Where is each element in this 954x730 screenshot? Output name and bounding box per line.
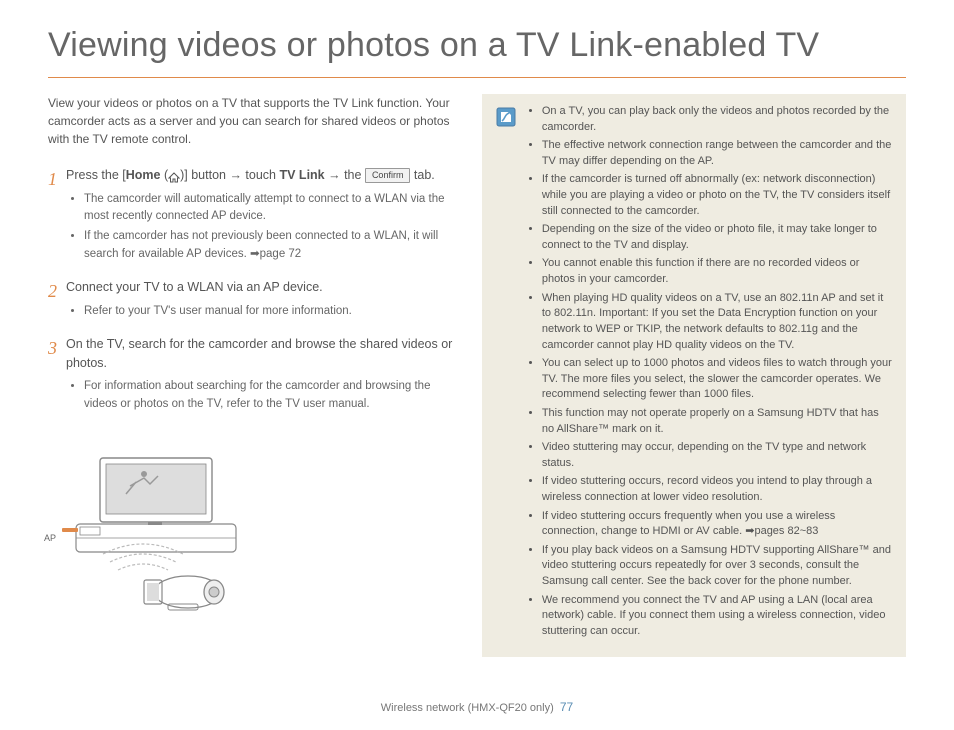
info-item: You can select up to 1000 photos and vid…: [542, 356, 892, 403]
info-item: If the camcorder is turned off abnormall…: [542, 172, 892, 219]
step-bullets: For information about searching for the …: [66, 378, 460, 413]
info-item: If video stuttering occurs, record video…: [542, 474, 892, 505]
text-part: tab.: [410, 168, 434, 182]
step-2: 2 Connect your TV to a WLAN via an AP de…: [48, 278, 460, 323]
step-number: 3: [48, 335, 66, 416]
text-part: (: [160, 168, 168, 182]
step-3: 3 On the TV, search for the camcorder an…: [48, 335, 460, 416]
ap-label: AP: [44, 532, 56, 546]
bullet: If the camcorder has not previously been…: [84, 228, 460, 263]
page-number: 77: [560, 700, 573, 714]
step-text: Press the [Home ( )] button → touch TV Li…: [66, 166, 460, 185]
bullet: Refer to your TV's user manual for more …: [84, 303, 460, 320]
step-number: 1: [48, 166, 66, 266]
tv-camcorder-illustration: AP: [48, 434, 258, 614]
home-icon: [168, 170, 180, 181]
step-bullets: Refer to your TV's user manual for more …: [66, 303, 460, 320]
step-bullets: The camcorder will automatically attempt…: [66, 191, 460, 263]
page-footer: Wireless network (HMX-QF20 only) 77: [0, 698, 954, 717]
info-item: You cannot enable this function if there…: [542, 256, 892, 287]
tvlink-label: TV Link: [279, 168, 324, 182]
info-item: On a TV, you can play back only the vide…: [542, 104, 892, 135]
info-item: The effective network connection range b…: [542, 138, 892, 169]
step-text: Connect your TV to a WLAN via an AP devi…: [66, 278, 460, 297]
text-part: → the: [325, 168, 365, 182]
note-icon: [496, 107, 516, 127]
step-1: 1 Press the [Home ( )] button → touch TV …: [48, 166, 460, 266]
step-body: On the TV, search for the camcorder and …: [66, 335, 460, 416]
page-title: Viewing videos or photos on a TV Link-en…: [48, 20, 906, 71]
info-item: Depending on the size of the video or ph…: [542, 222, 892, 253]
text-part: )] button → touch: [180, 168, 279, 182]
info-item: This function may not operate properly o…: [542, 406, 892, 437]
title-divider: [48, 77, 906, 78]
right-column: On a TV, you can play back only the vide…: [482, 94, 906, 657]
info-box: On a TV, you can play back only the vide…: [482, 94, 906, 657]
confirm-button: Confirm: [365, 168, 411, 184]
left-column: View your videos or photos on a TV that …: [48, 94, 460, 657]
bullet: The camcorder will automatically attempt…: [84, 191, 460, 226]
intro-paragraph: View your videos or photos on a TV that …: [48, 94, 460, 148]
info-list: On a TV, you can play back only the vide…: [526, 104, 892, 643]
info-item: When playing HD quality videos on a TV, …: [542, 291, 892, 353]
manual-page: Viewing videos or photos on a TV Link-en…: [0, 0, 954, 687]
footer-section: Wireless network (HMX-QF20 only): [381, 702, 554, 714]
text-part: Press the [: [66, 168, 126, 182]
home-label: Home: [126, 168, 161, 182]
info-item: Video stuttering may occur, depending on…: [542, 440, 892, 471]
info-item: We recommend you connect the TV and AP u…: [542, 593, 892, 640]
step-text: On the TV, search for the camcorder and …: [66, 335, 460, 373]
content-columns: View your videos or photos on a TV that …: [48, 94, 906, 657]
bullet: For information about searching for the …: [84, 378, 460, 413]
info-item: If video stuttering occurs frequently wh…: [542, 509, 892, 540]
step-body: Connect your TV to a WLAN via an AP devi…: [66, 278, 460, 323]
step-number: 2: [48, 278, 66, 323]
info-item: If you play back videos on a Samsung HDT…: [542, 543, 892, 590]
step-body: Press the [Home ( )] button → touch TV Li…: [66, 166, 460, 266]
